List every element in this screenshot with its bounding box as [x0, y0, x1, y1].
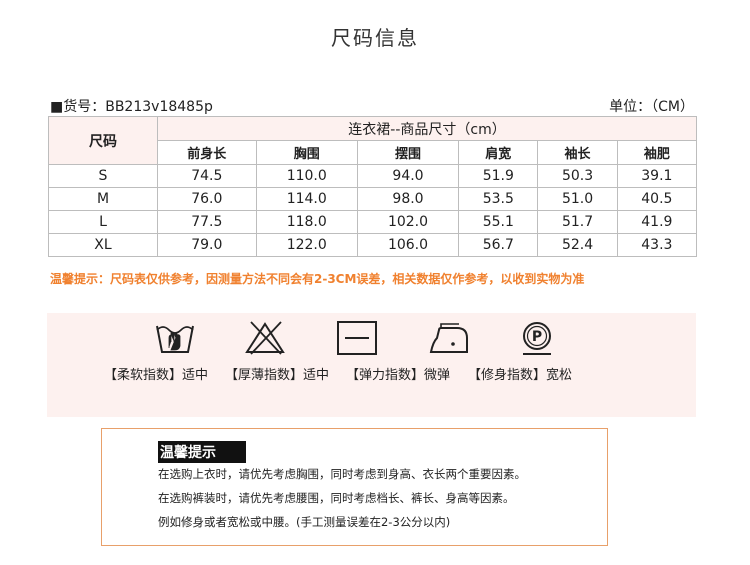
- column-header: 袖肥: [616, 140, 698, 165]
- table-cell: 118.0: [255, 210, 358, 234]
- column-header: 摆围: [356, 140, 460, 165]
- size-table: 尺码 连衣裙--商品尺寸（cm） 前身长 胸围 摆围 肩宽 袖长 袖肥 S 74…: [48, 116, 698, 257]
- table-cell: 77.5: [157, 210, 257, 234]
- table-cell: 39.1: [616, 164, 698, 188]
- column-header: 肩宽: [458, 140, 539, 165]
- care-label-softness: 【柔软指数】适中: [104, 368, 209, 383]
- table-cell: 53.5: [458, 187, 539, 211]
- care-label-elasticity: 【弹力指数】微弹: [346, 368, 451, 383]
- flat-dry-icon: [337, 321, 377, 355]
- tips-line: 在选购裤装时，请优先考虑腰围，同时考虑档长、裤长、身高等因素。: [158, 491, 515, 505]
- table-cell: 102.0: [356, 210, 460, 234]
- table-cell: 41.9: [616, 210, 698, 234]
- tips-title: 温馨提示: [158, 441, 246, 463]
- table-cell: 43.3: [616, 233, 698, 257]
- table-cell: 52.4: [537, 233, 618, 257]
- svg-text:P: P: [532, 329, 542, 345]
- table-cell: 55.1: [458, 210, 539, 234]
- table-cell: 122.0: [255, 233, 358, 257]
- table-cell: 51.9: [458, 164, 539, 188]
- table-row: XL 79.0 122.0 106.0 56.7 52.4 43.3: [48, 233, 698, 257]
- size-cell: S: [48, 164, 158, 188]
- table-cell: 110.0: [255, 164, 358, 188]
- size-column-header: 尺码: [48, 116, 158, 165]
- tips-box: 温馨提示 在选购上衣时，请优先考虑胸围，同时考虑到身高、衣长两个重要因素。 在选…: [101, 428, 608, 546]
- table-cell: 56.7: [458, 233, 539, 257]
- care-label-fit: 【修身指数】宽松: [468, 368, 573, 383]
- table-cell: 79.0: [157, 233, 257, 257]
- table-cell: 94.0: [356, 164, 460, 188]
- unit-label: 单位：（CM）: [609, 99, 694, 115]
- table-cell: 51.7: [537, 210, 618, 234]
- no-bleach-icon: [245, 321, 285, 355]
- size-cell: XL: [48, 233, 158, 257]
- table-cell: 114.0: [255, 187, 358, 211]
- group-header: 连衣裙--商品尺寸（cm）: [157, 116, 697, 141]
- table-cell: 51.0: [537, 187, 618, 211]
- table-cell: 106.0: [356, 233, 460, 257]
- table-cell: 50.3: [537, 164, 618, 188]
- table-row: M 76.0 114.0 98.0 53.5 51.0 40.5: [48, 187, 698, 211]
- size-cell: L: [48, 210, 158, 234]
- column-header: 胸围: [255, 140, 358, 165]
- care-label-thickness: 【厚薄指数】适中: [225, 368, 330, 383]
- tips-line: 在选购上衣时，请优先考虑胸围，同时考虑到身高、衣长两个重要因素。: [158, 467, 526, 481]
- table-cell: 98.0: [356, 187, 460, 211]
- page-title: 尺码信息: [331, 26, 419, 50]
- iron-icon: [429, 323, 468, 353]
- table-cell: 40.5: [616, 187, 698, 211]
- size-disclaimer: 温馨提示：尺码表仅供参考，因测量方法不同会有2-3CM误差，相关数据仅作参考，以…: [50, 272, 585, 286]
- table-cell: 74.5: [157, 164, 257, 188]
- column-header: 袖长: [537, 140, 618, 165]
- size-cell: M: [48, 187, 158, 211]
- table-row: S 74.5 110.0 94.0 51.9 50.3 39.1: [48, 164, 698, 188]
- table-cell: 76.0: [157, 187, 257, 211]
- item-number: ■货号：BB213v18485p: [50, 99, 213, 115]
- column-header: 前身长: [157, 140, 257, 165]
- dry-clean-p-icon: P: [523, 322, 551, 355]
- hand-wash-icon: [156, 325, 194, 353]
- table-row: L 77.5 118.0 102.0 55.1 51.7 41.9: [48, 210, 698, 234]
- tips-line: 例如修身或者宽松或中腰。(手工测量误差在2-3公分以内): [158, 515, 451, 529]
- care-item: P: [477, 318, 597, 358]
